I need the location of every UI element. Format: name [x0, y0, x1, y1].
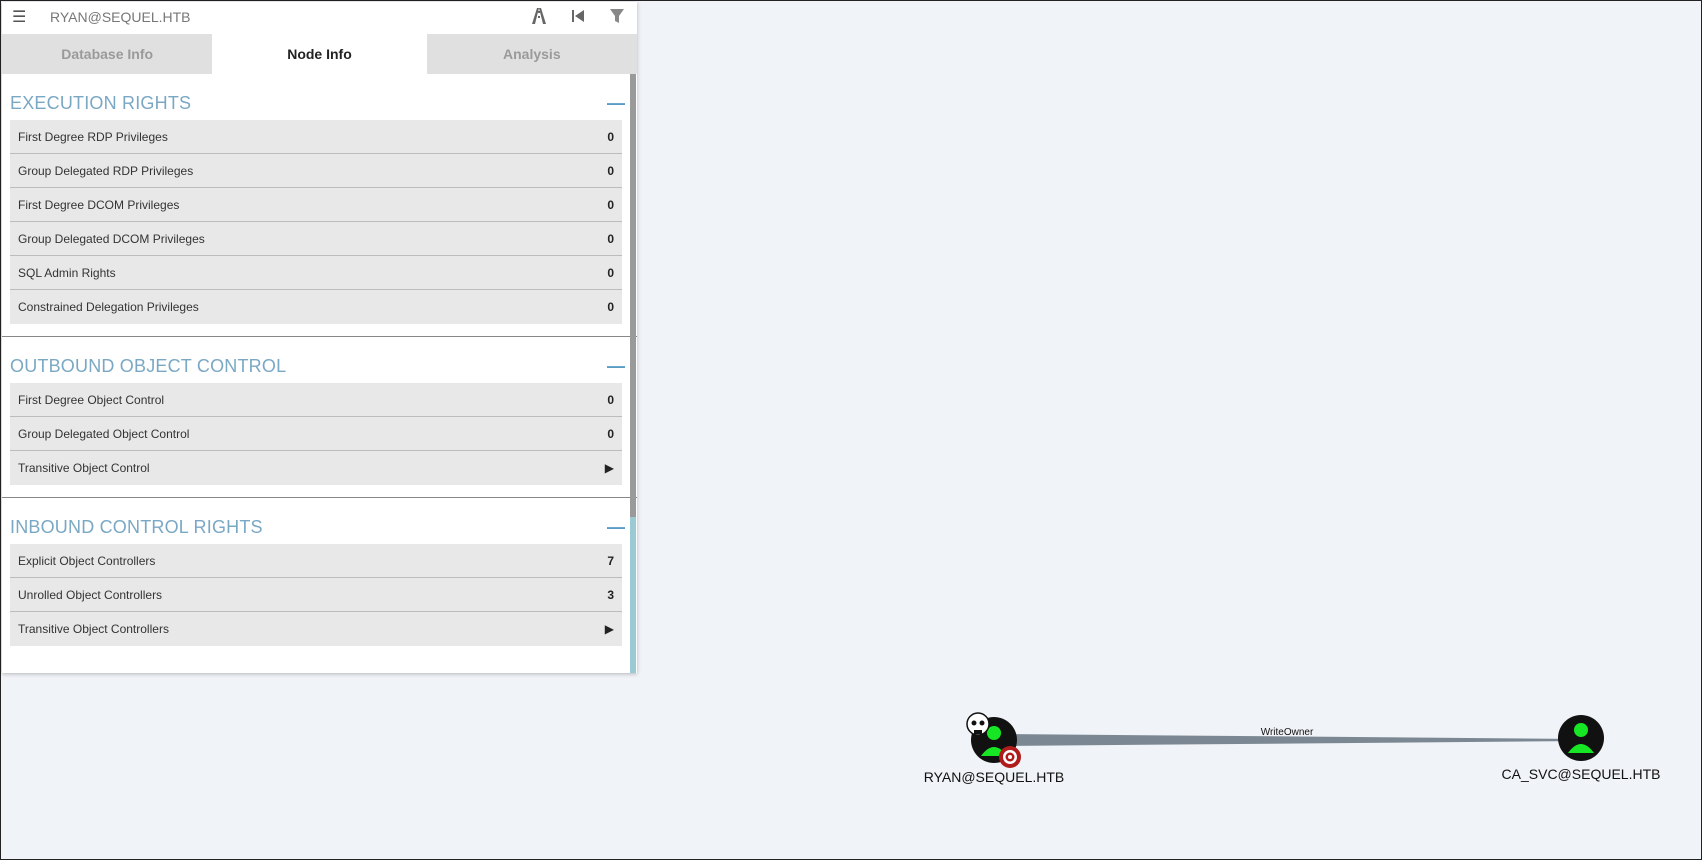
row-value: 0: [607, 163, 614, 178]
row-label: Constrained Delegation Privileges: [18, 300, 199, 314]
list-item[interactable]: First Degree DCOM Privileges 0: [10, 188, 622, 222]
node-label-source: RYAN@SEQUEL.HTB: [924, 769, 1065, 785]
list-item[interactable]: Group Delegated Object Control 0: [10, 417, 622, 451]
collapse-icon[interactable]: —: [607, 517, 625, 538]
row-label: Group Delegated RDP Privileges: [18, 163, 194, 178]
list-item[interactable]: Constrained Delegation Privileges 0: [10, 290, 622, 324]
node-info-panel: ☰ Database Info Node Info Analysis EXECU…: [2, 2, 637, 673]
collapse-icon[interactable]: —: [607, 93, 625, 114]
node-info-content: EXECUTION RIGHTS — First Degree RDP Priv…: [2, 74, 637, 673]
section-outbound-object-control: OUTBOUND OBJECT CONTROL — First Degree O…: [2, 337, 637, 498]
row-value: 0: [607, 392, 614, 407]
row-value: 0: [607, 129, 614, 144]
panel-tabs: Database Info Node Info Analysis: [2, 34, 637, 74]
row-value: 0: [607, 197, 614, 212]
row-label: Transitive Object Controllers: [18, 622, 169, 636]
skull-icon: [966, 712, 990, 736]
tab-node-info[interactable]: Node Info: [214, 34, 425, 74]
row-value: 3: [607, 587, 614, 602]
row-label: Group Delegated DCOM Privileges: [18, 231, 205, 246]
section-title: INBOUND CONTROL RIGHTS: [10, 516, 263, 537]
scrollbar-thumb[interactable]: [630, 74, 636, 517]
list-item[interactable]: Transitive Object Control ▶: [10, 451, 622, 485]
row-value: 0: [607, 231, 614, 246]
list-item[interactable]: Explicit Object Controllers 7: [10, 544, 622, 578]
row-value: 7: [607, 553, 614, 568]
list-item[interactable]: Unrolled Object Controllers 3: [10, 578, 622, 612]
list-item[interactable]: Group Delegated RDP Privileges 0: [10, 154, 622, 188]
list-item[interactable]: SQL Admin Rights 0: [10, 256, 622, 290]
section-header[interactable]: OUTBOUND OBJECT CONTROL —: [10, 345, 629, 381]
row-value: 0: [607, 265, 614, 280]
search-input[interactable]: [50, 6, 470, 28]
tab-database-info[interactable]: Database Info: [2, 34, 213, 74]
section-title: OUTBOUND OBJECT CONTROL: [10, 355, 287, 376]
filter-icon[interactable]: [607, 6, 627, 26]
tab-analysis[interactable]: Analysis: [426, 34, 637, 74]
play-icon[interactable]: ▶: [605, 622, 614, 636]
row-label: First Degree Object Control: [18, 392, 165, 407]
edge-writeowner[interactable]: WriteOwner: [1003, 727, 1583, 746]
list-item[interactable]: Transitive Object Controllers ▶: [10, 612, 622, 646]
section-title: EXECUTION RIGHTS: [10, 92, 192, 113]
section-header[interactable]: EXECUTION RIGHTS —: [10, 82, 629, 118]
section-execution-rights: EXECUTION RIGHTS — First Degree RDP Priv…: [2, 74, 637, 337]
list-item[interactable]: Group Delegated DCOM Privileges 0: [10, 222, 622, 256]
search-bar: ☰: [2, 2, 637, 32]
row-value: 0: [607, 426, 614, 441]
pathfinding-icon[interactable]: [529, 6, 549, 26]
node-label-target: CA_SVC@SEQUEL.HTB: [1502, 766, 1661, 782]
list-item[interactable]: First Degree RDP Privileges 0: [10, 120, 622, 154]
row-label: Explicit Object Controllers: [18, 553, 156, 568]
row-label: Group Delegated Object Control: [18, 426, 190, 441]
target-icon: [999, 746, 1021, 768]
section-inbound-control-rights: INBOUND CONTROL RIGHTS — Explicit Object…: [2, 498, 637, 658]
row-value: 0: [607, 300, 614, 314]
node-ryan[interactable]: RYAN@SEQUEL.HTB: [924, 712, 1065, 785]
row-label: First Degree DCOM Privileges: [18, 197, 180, 212]
row-label: First Degree RDP Privileges: [18, 129, 168, 144]
row-label: SQL Admin Rights: [18, 265, 116, 280]
collapse-icon[interactable]: —: [607, 356, 625, 377]
node-ca-svc[interactable]: CA_SVC@SEQUEL.HTB: [1502, 715, 1661, 782]
back-icon[interactable]: [568, 6, 588, 26]
list-item[interactable]: First Degree Object Control 0: [10, 383, 622, 417]
menu-icon[interactable]: ☰: [12, 7, 26, 27]
row-label: Transitive Object Control: [18, 461, 150, 475]
section-header[interactable]: INBOUND CONTROL RIGHTS —: [10, 506, 629, 542]
play-icon[interactable]: ▶: [605, 461, 614, 475]
row-label: Unrolled Object Controllers: [18, 587, 163, 602]
edge-label: WriteOwner: [1261, 727, 1314, 738]
